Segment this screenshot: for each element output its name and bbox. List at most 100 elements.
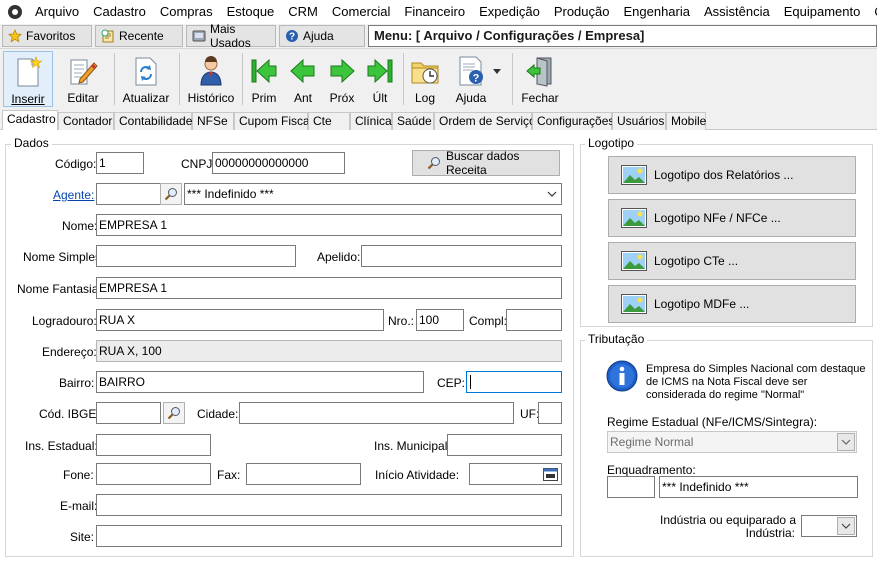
menu-expedicao[interactable]: Expedição xyxy=(472,0,547,24)
most-used-icon xyxy=(192,29,206,43)
cod-ibge-field[interactable] xyxy=(96,402,161,424)
enquadramento-code-field[interactable] xyxy=(607,476,655,498)
menu-arquivo[interactable]: Arquivo xyxy=(28,0,86,24)
help-document-icon: ? xyxy=(452,55,504,87)
prim-button[interactable]: Prim xyxy=(246,51,282,107)
app-icon[interactable] xyxy=(8,5,22,19)
favoritos-button[interactable]: Favoritos xyxy=(2,25,92,47)
toolbar-separator xyxy=(512,53,513,105)
bairro-label: Bairro: xyxy=(59,376,95,390)
uf-field[interactable] xyxy=(538,402,562,424)
tab-ordem-de-servico[interactable]: Ordem de Serviço xyxy=(434,112,536,130)
cep-field[interactable] xyxy=(466,371,562,393)
user-history-icon xyxy=(195,55,227,87)
new-document-icon xyxy=(12,56,44,88)
tab-usuarios[interactable]: Usuários xyxy=(612,112,666,130)
email-field[interactable] xyxy=(96,494,562,516)
ibge-search-button[interactable] xyxy=(163,402,185,424)
ins-municipal-field[interactable] xyxy=(447,434,562,456)
calendar-icon[interactable] xyxy=(543,467,558,481)
menu-assistencia[interactable]: Assistência xyxy=(697,0,777,24)
menu-financeiro[interactable]: Financeiro xyxy=(397,0,472,24)
ajuda-quick-button[interactable]: ? Ajuda xyxy=(279,25,365,47)
menu-compras[interactable]: Compras xyxy=(153,0,220,24)
nro-field[interactable]: 100 xyxy=(416,309,464,331)
menu-qualidade[interactable]: Qualidade xyxy=(867,0,877,24)
agente-search-button[interactable] xyxy=(160,183,182,205)
nome-field[interactable]: EMPRESA 1 xyxy=(96,214,562,236)
industria-select[interactable] xyxy=(801,515,857,537)
tab-contador[interactable]: Contador xyxy=(58,112,114,130)
logotipo-cte-button[interactable]: Logotipo CTe ... xyxy=(608,242,856,280)
tab-cte[interactable]: Cte xyxy=(308,112,350,130)
cod-ibge-label: Cód. IBGE: xyxy=(39,407,100,421)
nome-fantasia-field[interactable]: EMPRESA 1 xyxy=(96,277,562,299)
logotipo-title: Logotipo xyxy=(585,137,638,150)
fax-label: Fax: xyxy=(217,468,241,482)
uf-label: UF: xyxy=(520,407,540,421)
fax-field[interactable] xyxy=(246,463,361,485)
buscar-receita-button[interactable]: Buscar dados Receita xyxy=(412,149,560,177)
tab-nfse[interactable]: NFSe xyxy=(192,112,234,130)
apelido-field[interactable] xyxy=(361,245,562,267)
logotipo-mdfe-button[interactable]: Logotipo MDFe ... xyxy=(608,285,856,323)
ins-estadual-field[interactable] xyxy=(96,434,211,456)
tab-clinica[interactable]: Clínica xyxy=(350,112,392,130)
tab-contabilidade[interactable]: Contabilidade xyxy=(114,112,192,130)
enquadramento-field[interactable]: *** Indefinido *** xyxy=(659,476,858,498)
tributacao-info-line3: considerada do regime "Normal" xyxy=(646,389,805,401)
fechar-button[interactable]: Fechar xyxy=(518,51,562,107)
inicio-atividade-field[interactable] xyxy=(469,463,562,485)
fone-field[interactable] xyxy=(96,463,211,485)
agente-select[interactable]: *** Indefinido *** xyxy=(184,183,562,205)
tab-cupom-fiscal[interactable]: Cupom Fiscal xyxy=(234,112,312,130)
menu-producao[interactable]: Produção xyxy=(547,0,617,24)
tab-saude[interactable]: Saúde xyxy=(392,112,434,130)
agente-link[interactable]: Agente: xyxy=(53,188,94,202)
inserir-button[interactable]: Inserir xyxy=(3,51,53,107)
log-button[interactable]: Log xyxy=(408,51,442,107)
tab-configuracoes[interactable]: Configurações xyxy=(532,112,614,130)
menu-engenharia[interactable]: Engenharia xyxy=(616,0,697,24)
mais-usados-button[interactable]: Mais Usados xyxy=(186,22,276,50)
atualizar-label: Atualizar xyxy=(122,91,170,105)
ins-estadual-label: Ins. Estadual: xyxy=(25,439,98,453)
prox-label: Próx xyxy=(329,91,355,105)
regime-select[interactable]: Regime Normal xyxy=(607,431,857,453)
cnpj-field[interactable]: 00000000000000 xyxy=(212,152,345,174)
menu-crm[interactable]: CRM xyxy=(281,0,325,24)
logradouro-field[interactable]: RUA X xyxy=(96,309,384,331)
logotipo-relatorios-button[interactable]: Logotipo dos Relatórios ... xyxy=(608,156,856,194)
bairro-field[interactable]: BAIRRO xyxy=(96,371,424,393)
site-field[interactable] xyxy=(96,525,562,547)
tab-cadastro[interactable]: Cadastro xyxy=(2,110,58,131)
nome-simples-field[interactable] xyxy=(96,245,296,267)
atualizar-button[interactable]: Atualizar xyxy=(120,51,172,107)
menu-estoque[interactable]: Estoque xyxy=(220,0,282,24)
menu-cadastro[interactable]: Cadastro xyxy=(86,0,153,24)
cep-label: CEP: xyxy=(437,376,466,390)
editar-button[interactable]: Editar xyxy=(58,51,108,107)
nome-fantasia-label: Nome Fantasia: xyxy=(17,282,102,296)
prox-button[interactable]: Próx xyxy=(325,51,359,107)
ult-button[interactable]: Últ xyxy=(363,51,397,107)
ajuda-button[interactable]: ? Ajuda xyxy=(448,51,508,107)
recente-button[interactable]: Recente xyxy=(95,25,183,47)
compl-field[interactable] xyxy=(506,309,562,331)
logotipo-nfe-button[interactable]: Logotipo NFe / NFCe ... xyxy=(608,199,856,237)
ant-button[interactable]: Ant xyxy=(286,51,320,107)
logotipo-relatorios-label: Logotipo dos Relatórios ... xyxy=(654,168,794,182)
historico-button[interactable]: Histórico xyxy=(186,51,236,107)
tab-mobile[interactable]: Mobile xyxy=(666,112,706,130)
tributacao-info-line1: Empresa do Simples Nacional com destaque xyxy=(646,363,866,375)
menu-comercial[interactable]: Comercial xyxy=(325,0,398,24)
apelido-label: Apelido: xyxy=(317,250,361,264)
info-icon xyxy=(606,360,638,392)
cadastro-panel: Dados Código: 1 CNPJ: 00000000000000 Bus… xyxy=(0,130,877,571)
regime-select-value: Regime Normal xyxy=(610,435,694,449)
codigo-field[interactable]: 1 xyxy=(96,152,144,174)
recent-icon xyxy=(101,29,115,43)
cidade-field[interactable] xyxy=(239,402,514,424)
menu-equipamento[interactable]: Equipamento xyxy=(777,0,868,24)
chevron-down-icon xyxy=(837,517,855,535)
